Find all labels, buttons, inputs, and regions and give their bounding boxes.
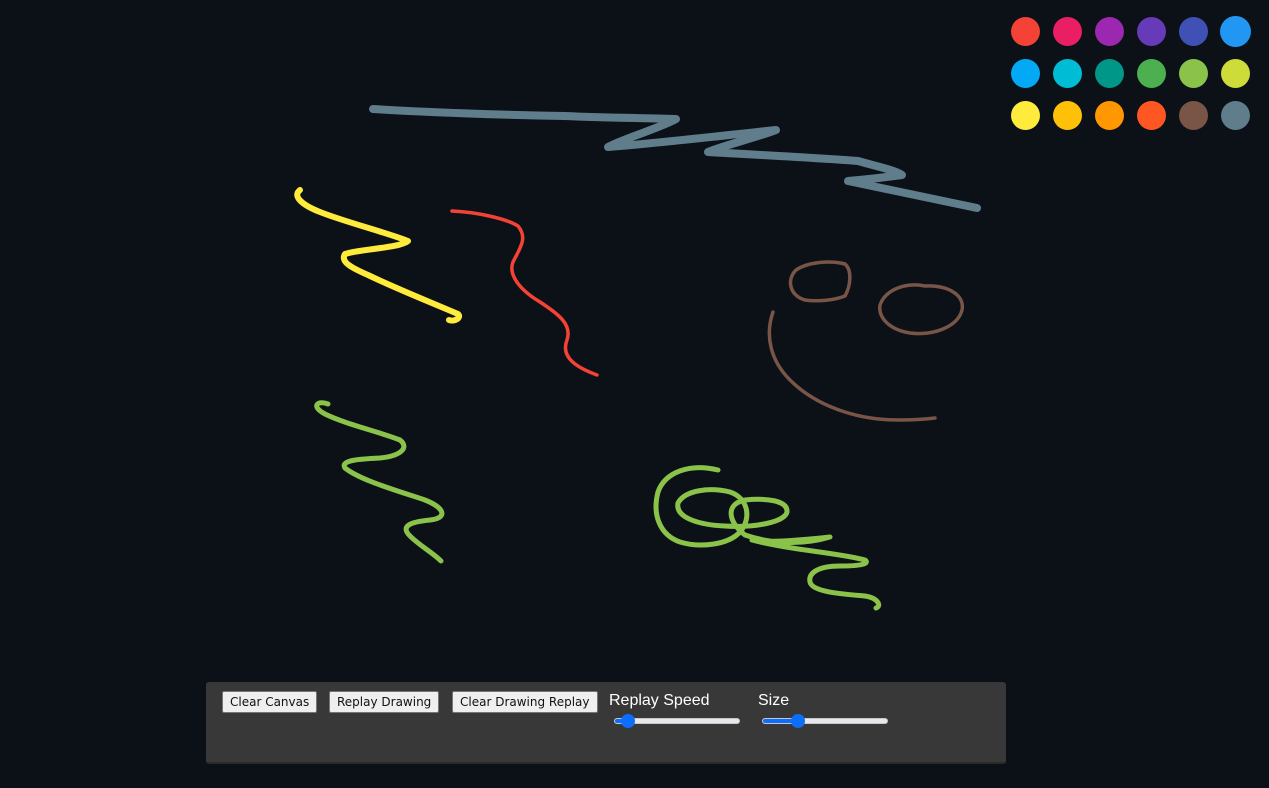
- stroke-red-squiggle: [450, 209, 599, 377]
- stroke-green-zigzag: [314, 400, 445, 564]
- stroke-grey-zigzag: [369, 105, 981, 212]
- drawing-app: Clear Canvas Replay Drawing Clear Drawin…: [0, 0, 1269, 788]
- color-swatch[interactable]: [1011, 17, 1040, 46]
- color-swatch[interactable]: [1221, 59, 1250, 88]
- size-slider[interactable]: [762, 714, 888, 728]
- color-swatch[interactable]: [1053, 101, 1082, 130]
- stroke-green-loops: [653, 465, 882, 611]
- color-swatch[interactable]: [1095, 17, 1124, 46]
- color-swatch[interactable]: [1011, 59, 1040, 88]
- color-swatch[interactable]: [1220, 16, 1251, 47]
- stroke-brown-mouth: [767, 310, 937, 422]
- clear-drawing-replay-button[interactable]: Clear Drawing Replay: [452, 691, 598, 713]
- clear-canvas-button[interactable]: Clear Canvas: [222, 691, 318, 713]
- color-swatch[interactable]: [1095, 101, 1124, 130]
- color-swatch[interactable]: [1179, 59, 1208, 88]
- replay-speed-slider[interactable]: [614, 714, 740, 728]
- color-swatch[interactable]: [1137, 59, 1166, 88]
- stroke-yellow-zigzag: [294, 187, 462, 324]
- color-swatch[interactable]: [1221, 101, 1250, 130]
- control-panel: Clear Canvas Replay Drawing Clear Drawin…: [206, 682, 1006, 764]
- color-swatch[interactable]: [1179, 17, 1208, 46]
- color-swatch[interactable]: [1179, 101, 1208, 130]
- size-label: Size: [758, 692, 790, 709]
- replay-speed-label: Replay Speed: [609, 692, 710, 709]
- stroke-brown-left-eye: [788, 260, 852, 303]
- replay-speed-slider-thumb[interactable]: [620, 714, 635, 728]
- color-swatch[interactable]: [1011, 101, 1040, 130]
- replay-drawing-button[interactable]: Replay Drawing: [329, 691, 440, 713]
- color-swatch[interactable]: [1137, 17, 1166, 46]
- size-slider-thumb[interactable]: [790, 714, 805, 728]
- color-swatch[interactable]: [1053, 17, 1082, 46]
- color-swatch[interactable]: [1053, 59, 1082, 88]
- color-swatch[interactable]: [1137, 101, 1166, 130]
- stroke-brown-right-eye: [878, 283, 964, 336]
- color-swatch[interactable]: [1095, 59, 1124, 88]
- color-palette: [1010, 16, 1252, 132]
